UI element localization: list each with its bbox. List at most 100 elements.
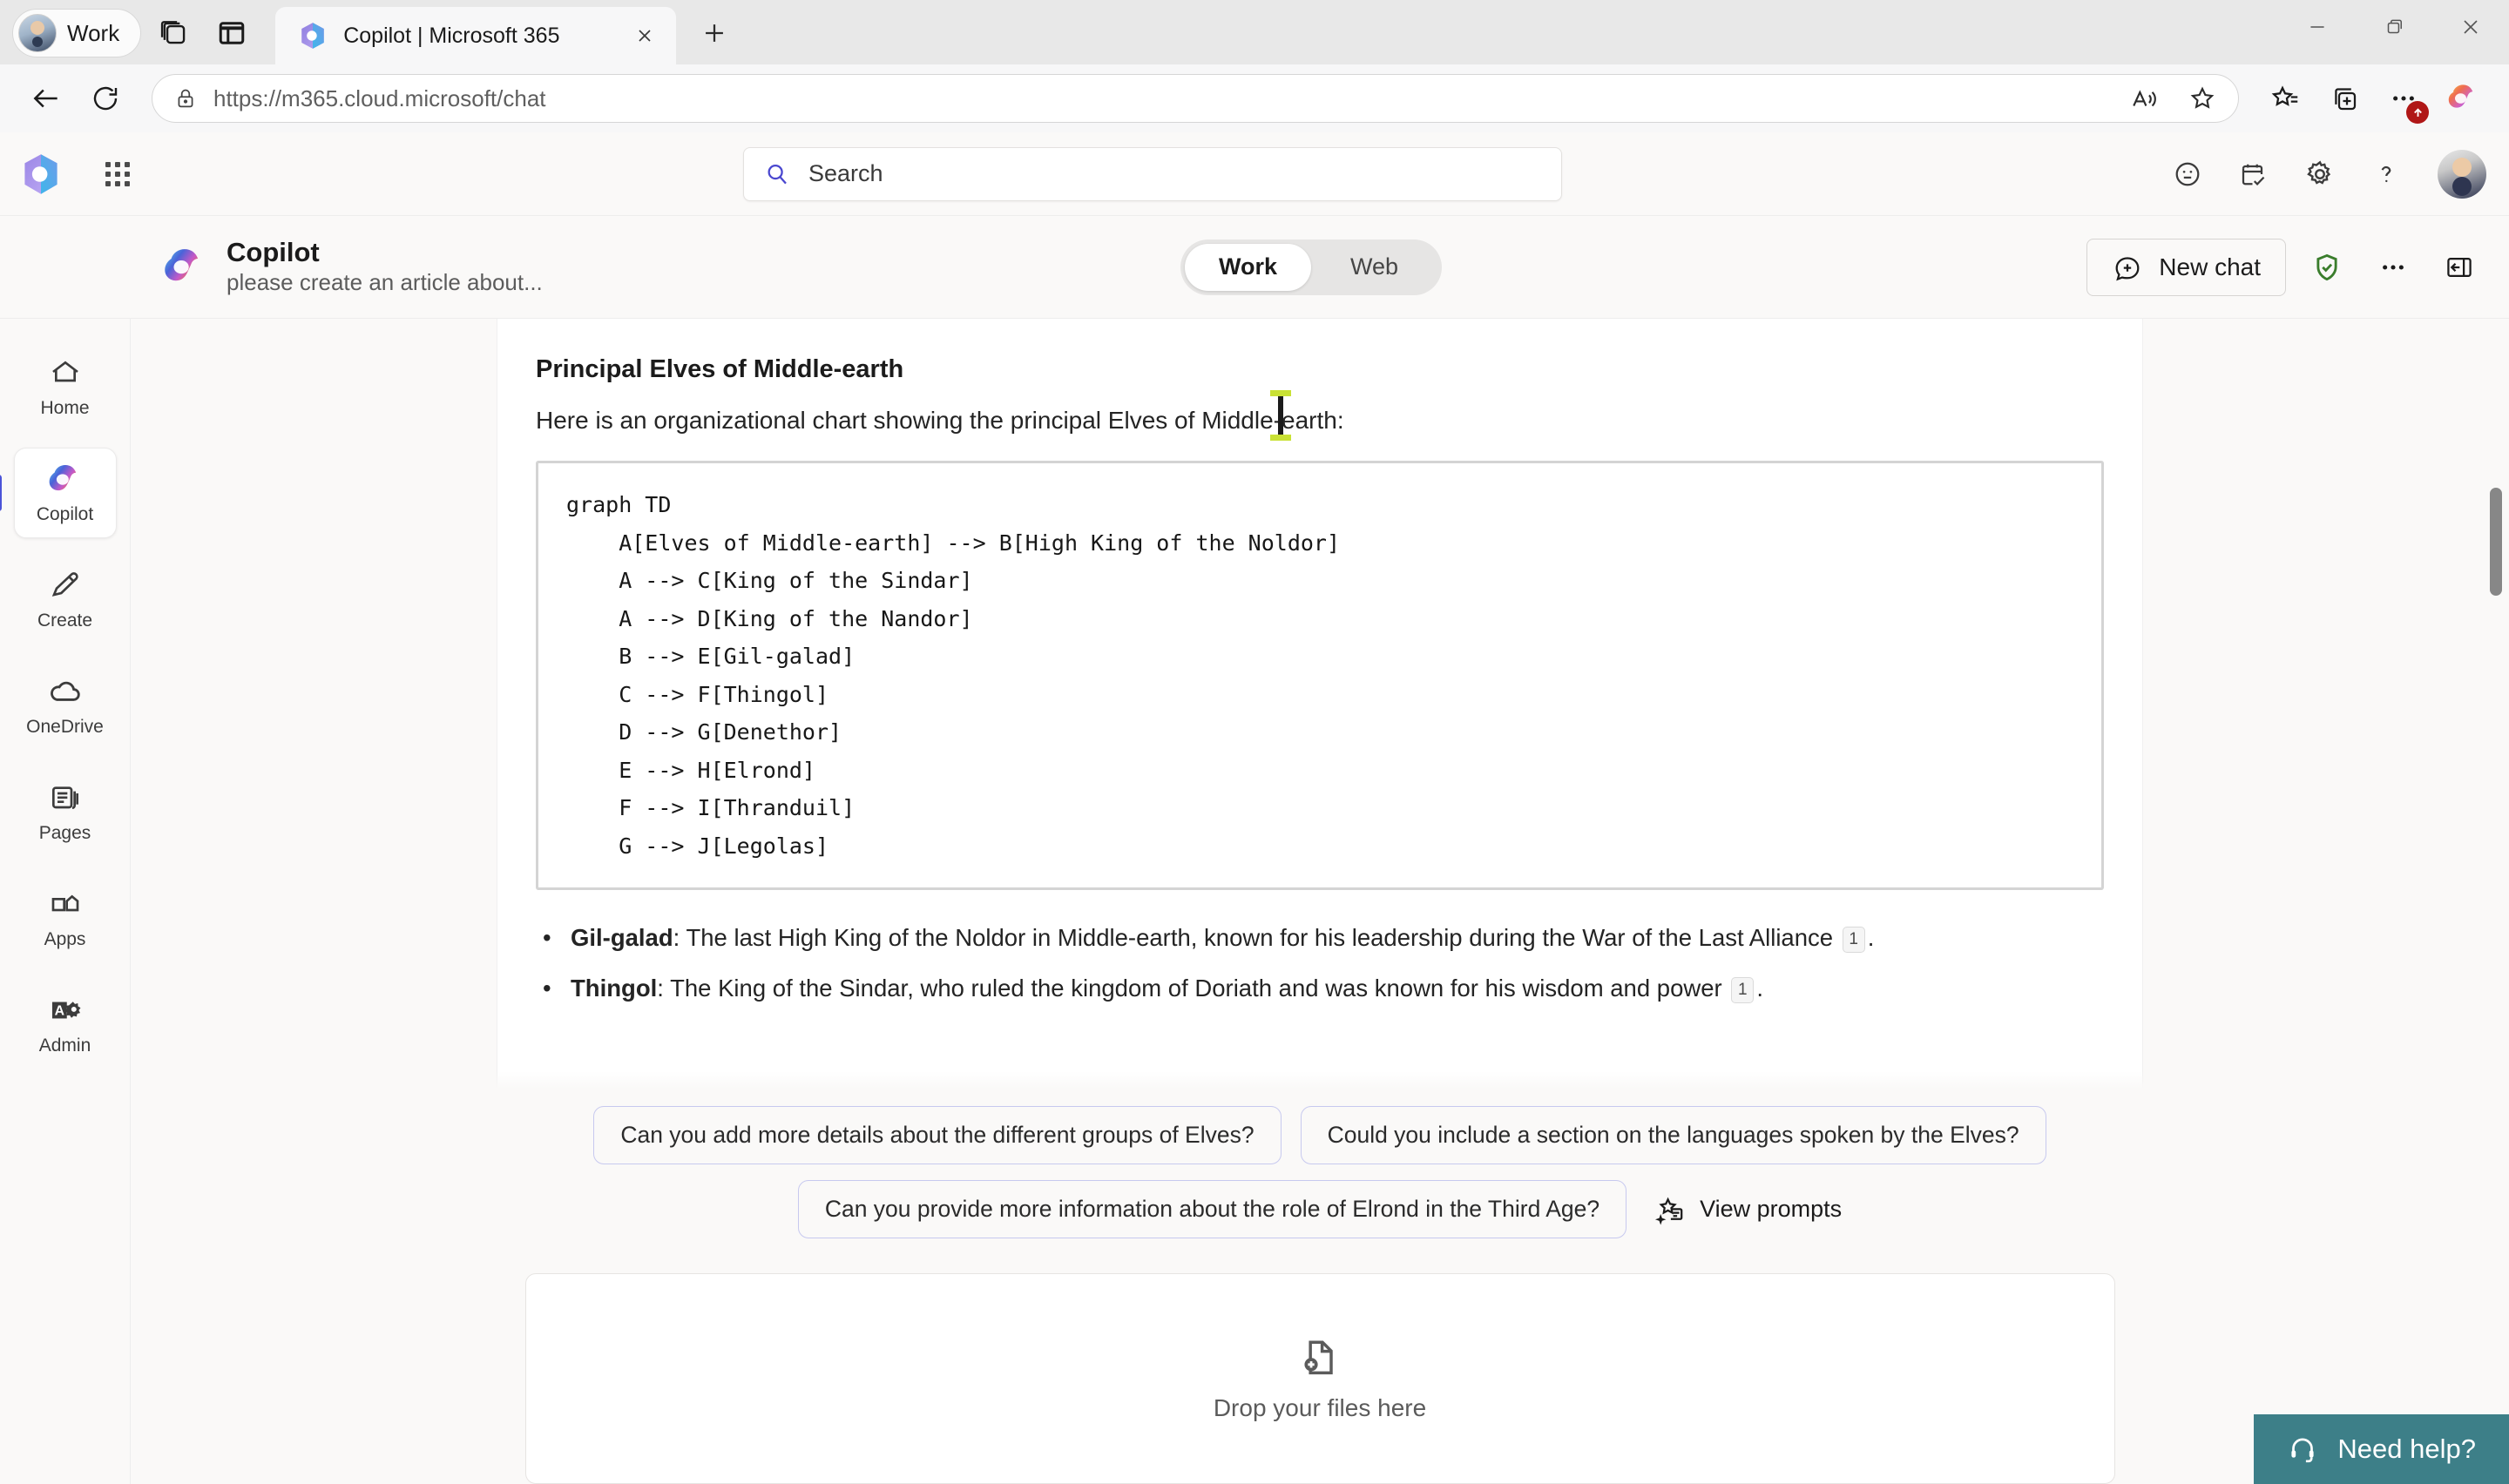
- message-bullet-list: • Gil-galad: The last High King of the N…: [536, 920, 2104, 1007]
- ellipsis-icon[interactable]: [2377, 71, 2431, 125]
- address-bar[interactable]: https://m365.cloud.microsoft/chat: [152, 74, 2239, 123]
- suggestion-chip[interactable]: Could you include a section on the langu…: [1300, 1106, 2046, 1164]
- scrollbar-thumb[interactable]: [2490, 488, 2502, 596]
- close-icon[interactable]: [627, 18, 662, 53]
- suite-actions: [2161, 147, 2486, 201]
- new-chat-button[interactable]: New chat: [2086, 238, 2286, 296]
- profile-label: Work: [67, 19, 120, 46]
- ellipsis-icon[interactable]: [2368, 242, 2418, 293]
- new-tab-button[interactable]: [690, 9, 739, 57]
- tab-title: Copilot | Microsoft 365: [343, 23, 560, 48]
- suggestion-area: Can you add more details about the diffe…: [131, 1094, 2509, 1254]
- svg-text:A: A: [54, 1003, 64, 1018]
- sidebar-item-copilot[interactable]: Copilot: [13, 448, 117, 538]
- sidebar-item-label: Admin: [38, 1035, 91, 1056]
- citation-badge[interactable]: 1: [1842, 927, 1865, 953]
- suggestion-chip[interactable]: Can you provide more information about t…: [797, 1180, 1627, 1238]
- prompt-gallery-icon: [1654, 1194, 1686, 1225]
- cloud-icon: [47, 673, 84, 710]
- update-badge: [2406, 101, 2429, 124]
- file-dropzone[interactable]: Drop your files here: [524, 1273, 2115, 1484]
- split-screen-icon[interactable]: [207, 9, 256, 57]
- add-chat-icon: [2112, 252, 2143, 283]
- need-help-button[interactable]: Need help?: [2254, 1414, 2509, 1484]
- dropzone-label: Drop your files here: [1213, 1394, 1427, 1421]
- m365-suite-header: Search: [0, 132, 2509, 216]
- suggestion-row-1: Can you add more details about the diffe…: [131, 1106, 2509, 1164]
- need-help-label: Need help?: [2337, 1433, 2476, 1464]
- citation-badge[interactable]: 1: [1731, 976, 1755, 1003]
- sidebar-item-create[interactable]: Create: [14, 554, 117, 644]
- view-prompts-button[interactable]: View prompts: [1654, 1194, 1842, 1225]
- message-intro: Here is an organizational chart showing …: [536, 390, 2104, 441]
- star-outline-icon[interactable]: [2175, 71, 2229, 125]
- shield-check-icon[interactable]: [2302, 242, 2352, 293]
- bullet-dot: •: [543, 974, 551, 1002]
- chat-scrollbar[interactable]: [2488, 319, 2504, 1094]
- scope-option-work[interactable]: Work: [1185, 243, 1311, 291]
- list-item-term: Gil-galad: [571, 924, 673, 951]
- chat-column: Principal Elves of Middle-earth Here is …: [131, 319, 2509, 1484]
- read-aloud-icon[interactable]: [2118, 71, 2172, 125]
- sidebar-item-apps[interactable]: Apps: [14, 873, 117, 963]
- new-chat-label: New chat: [2159, 253, 2261, 280]
- sidebar-item-label: Create: [37, 610, 93, 631]
- headset-icon: [2287, 1433, 2318, 1465]
- profile-pill[interactable]: Work: [12, 9, 142, 57]
- copilot-header-actions: New chat: [2086, 238, 2485, 296]
- copilot-icon[interactable]: [2436, 71, 2490, 125]
- file-add-icon: [1297, 1335, 1342, 1380]
- chat-thread: Principal Elves of Middle-earth Here is …: [131, 319, 2509, 1094]
- back-arrow-icon[interactable]: [19, 71, 73, 125]
- favorites-list-icon[interactable]: [2258, 71, 2312, 125]
- conversation-subtitle: please create an article about...: [227, 269, 543, 296]
- scope-option-web[interactable]: Web: [1311, 244, 1437, 291]
- sidebar-item-admin[interactable]: A Admin: [14, 979, 117, 1069]
- help-icon[interactable]: [2359, 147, 2413, 201]
- window-controls: [2279, 0, 2509, 54]
- lock-icon: [173, 86, 198, 111]
- sidebar-item-home[interactable]: Home: [14, 341, 117, 432]
- browser-tab[interactable]: Copilot | Microsoft 365: [275, 7, 677, 64]
- sidebar-item-onedrive[interactable]: OneDrive: [14, 660, 117, 751]
- sidebar-item-label: OneDrive: [26, 717, 104, 737]
- search-input[interactable]: Search: [743, 146, 1562, 201]
- text-cursor: [1270, 390, 1291, 441]
- tab-actions-icon[interactable]: [150, 9, 199, 57]
- scope-toggle[interactable]: Work Web: [1180, 239, 1442, 295]
- microsoft365-icon[interactable]: [16, 149, 66, 199]
- app-launcher-icon[interactable]: [91, 147, 145, 201]
- sidebar-item-label: Copilot: [36, 504, 94, 524]
- close-icon[interactable]: [2432, 0, 2509, 54]
- gear-icon[interactable]: [2293, 147, 2347, 201]
- minimize-icon[interactable]: [2279, 0, 2356, 54]
- collections-icon[interactable]: [2317, 71, 2371, 125]
- copilot-header: Copilot please create an article about..…: [0, 216, 2509, 319]
- mermaid-code-block: graph TD A[Elves of Middle-earth] --> B[…: [536, 461, 2104, 890]
- message-heading: Principal Elves of Middle-earth: [536, 355, 904, 383]
- copilot-brand: Copilot please create an article about..…: [0, 237, 543, 296]
- sidebar-item-pages[interactable]: Pages: [14, 766, 117, 857]
- sidebar-item-label: Apps: [44, 929, 86, 949]
- view-prompts-label: View prompts: [1700, 1196, 1843, 1222]
- page-viewport: Search Copilot please create an article …: [0, 132, 2509, 1484]
- assistant-message: Principal Elves of Middle-earth Here is …: [497, 319, 2143, 1094]
- my-day-icon[interactable]: [2227, 147, 2281, 201]
- list-item-text: Thingol: The King of the Sindar, who rul…: [571, 974, 1763, 1003]
- suggestion-row-2: Can you provide more information about t…: [131, 1180, 2509, 1238]
- suggestion-chip[interactable]: Can you add more details about the diffe…: [593, 1106, 1282, 1164]
- browser-tabstrip: Work Copilot | Microsoft 365: [0, 0, 2509, 64]
- create-pen-icon: [48, 567, 83, 604]
- search-placeholder: Search: [808, 160, 883, 186]
- admin-icon: A: [47, 992, 84, 1029]
- feedback-icon[interactable]: [2161, 147, 2215, 201]
- refresh-icon[interactable]: [78, 71, 132, 125]
- avatar[interactable]: [2438, 149, 2486, 199]
- app-body: Home Copilot Create OneDrive Pages Apps …: [0, 319, 2509, 1484]
- sidebar-item-label: Home: [40, 398, 90, 418]
- page-title: Copilot: [227, 237, 320, 268]
- sidebar-item-label: Pages: [38, 823, 91, 843]
- pages-icon: [48, 779, 83, 816]
- restore-icon[interactable]: [2356, 0, 2432, 54]
- collapse-panel-icon[interactable]: [2434, 242, 2485, 293]
